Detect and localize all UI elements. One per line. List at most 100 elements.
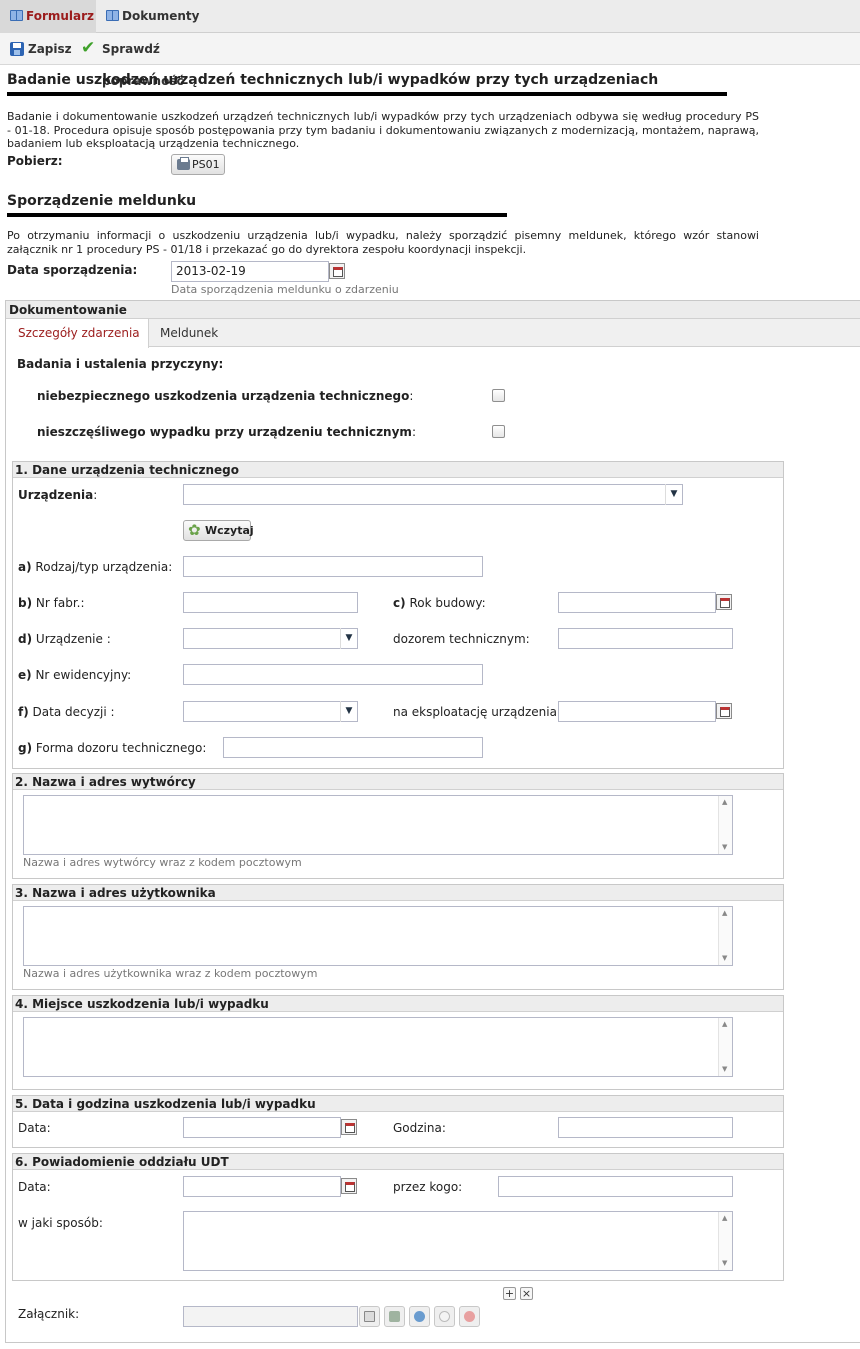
calendar-icon[interactable] [329, 263, 345, 279]
save-button[interactable]: Zapisz [0, 33, 72, 65]
devices-combo[interactable] [183, 484, 683, 505]
tab-dokumenty-label: Dokumenty [122, 9, 200, 23]
notification-method-textarea[interactable]: ▲ ▼ [183, 1211, 733, 1271]
incident-time-label: Godzina: [393, 1121, 446, 1135]
add-icon[interactable]: + [503, 1287, 516, 1300]
place-textarea[interactable]: ▲ ▼ [23, 1017, 733, 1077]
decision-date-combo[interactable] [183, 701, 358, 722]
circle-icon [439, 1311, 450, 1322]
tab-meldunek[interactable]: Meldunek [160, 319, 218, 347]
cause-accident-label: nieszczęśliwego wypadku przy urządzeniu … [37, 425, 416, 439]
devices-label: Urządzenia: [18, 488, 98, 502]
tab-formularz-label: Formularz [26, 9, 95, 23]
attachment-input[interactable] [183, 1306, 358, 1327]
load-label: Wczytaj [205, 524, 254, 537]
serial-number-input[interactable] [183, 592, 358, 613]
calendar-icon[interactable] [341, 1119, 357, 1135]
tab-szczegoly-zdarzenia[interactable]: Szczegóły zdarzenia [6, 319, 149, 348]
fieldset-place-header: 4. Miejsce uszkodzenia lub/i wypadku [13, 996, 783, 1012]
scrollbar[interactable]: ▲ ▼ [718, 1212, 732, 1270]
tab-dokumenty[interactable]: Dokumenty [96, 0, 206, 33]
section-description: Badanie i dokumentowanie uszkodzeń urząd… [7, 110, 759, 150]
technical-supervision-label: dozorem technicznym: [393, 632, 530, 646]
device-type-input[interactable] [183, 556, 483, 577]
printer-icon [177, 157, 190, 170]
user-hint: Nazwa i adres użytkownika wraz z kodem p… [23, 967, 318, 980]
cause-dangerous-checkbox[interactable] [492, 389, 505, 402]
decision-date-label: f) Data decyzji : [18, 705, 115, 719]
date-created-hint: Data sporządzenia meldunku o zdarzeniu [171, 283, 399, 296]
device-supervision-combo[interactable] [183, 628, 358, 649]
download-label: Pobierz: [7, 154, 63, 168]
section-divider [7, 92, 727, 96]
operation-label: na eksploatację urządzenia: [393, 705, 562, 719]
date-created-label: Data sporządzenia: [7, 263, 138, 277]
cause-accident-checkbox[interactable] [492, 425, 505, 438]
book-icon [10, 10, 23, 21]
section-title-meldunek: Sporządzenie meldunku [7, 193, 197, 209]
supervision-form-input[interactable] [223, 737, 483, 758]
device-supervision-label: d) Urządzenie : [18, 632, 111, 646]
documentation-header: Dokumentowanie [6, 301, 860, 319]
chevron-down-icon[interactable]: ▼ [665, 484, 682, 505]
close-icon[interactable]: × [520, 1287, 533, 1300]
fieldset-datetime-header: 5. Data i godzina uszkodzenia lub/i wypa… [13, 1096, 783, 1112]
notified-by-input[interactable] [498, 1176, 733, 1197]
attachment-file-button[interactable] [359, 1306, 380, 1327]
scrollbar[interactable]: ▲ ▼ [718, 796, 732, 854]
save-label: Zapisz [28, 42, 72, 56]
globe-icon [414, 1311, 425, 1322]
notification-date-label: Data: [18, 1180, 51, 1194]
technical-supervision-input[interactable] [558, 628, 733, 649]
fieldset-device-data: 1. Dane urządzenia technicznego [12, 461, 784, 769]
incident-date-label: Data: [18, 1121, 51, 1135]
build-year-input[interactable] [558, 592, 716, 613]
fieldset-user-header: 3. Nazwa i adres użytkownika [13, 885, 783, 901]
fieldset-device-header: 1. Dane urządzenia technicznego [13, 462, 783, 478]
registry-number-label: e) Nr ewidencyjny: [18, 668, 132, 682]
toolbar: Zapisz ✔ Sprawdź poprawność [0, 33, 860, 89]
scrollbar[interactable]: ▲ ▼ [718, 907, 732, 965]
book-icon [106, 10, 119, 21]
load-button[interactable]: ✿ Wczytaj [183, 520, 254, 541]
calendar-icon[interactable] [716, 594, 732, 610]
notification-date-input[interactable] [183, 1176, 341, 1197]
top-tab-bar: Formularz Dokumenty [0, 0, 860, 33]
user-textarea[interactable]: ▲ ▼ [23, 906, 733, 966]
validate-button[interactable]: ✔ Sprawdź poprawność [78, 33, 238, 89]
document-icon [364, 1311, 375, 1322]
chevron-down-icon[interactable]: ▼ [340, 701, 357, 722]
supervision-form-label: g) Forma dozoru technicznego: [18, 741, 207, 755]
date-created-input[interactable]: 2013-02-19 [171, 261, 329, 282]
minus-icon [464, 1311, 475, 1322]
tab-formularz[interactable]: Formularz [0, 0, 96, 33]
attachment-delete-button[interactable] [459, 1306, 480, 1327]
download-ps01-label: PS01 [192, 158, 220, 171]
documentation-tabs: Szczegóły zdarzenia Meldunek [6, 319, 860, 348]
section-divider [7, 213, 507, 217]
calendar-icon[interactable] [716, 703, 732, 719]
scanner-icon [389, 1311, 400, 1322]
manufacturer-textarea[interactable]: ▲ ▼ [23, 795, 733, 855]
operation-date-input[interactable] [558, 701, 716, 722]
attachment-web-button[interactable] [409, 1306, 430, 1327]
build-year-label: c) Rok budowy: [393, 596, 486, 610]
save-disk-icon [10, 42, 24, 56]
device-type-label: a) Rodzaj/typ urządzenia: [18, 560, 173, 574]
attachment-scan-button[interactable] [384, 1306, 405, 1327]
incident-date-input[interactable] [183, 1117, 341, 1138]
registry-number-input[interactable] [183, 664, 483, 685]
scrollbar[interactable]: ▲ ▼ [718, 1018, 732, 1076]
calendar-icon[interactable] [341, 1178, 357, 1194]
cause-title: Badania i ustalenia przyczyny: [17, 357, 224, 371]
incident-time-input[interactable] [558, 1117, 733, 1138]
fieldset-manufacturer-header: 2. Nazwa i adres wytwórcy [13, 774, 783, 790]
notification-method-label: w jaki sposób: [18, 1216, 103, 1230]
gear-icon: ✿ [188, 521, 201, 539]
attachment-label: Załącznik: [18, 1307, 80, 1321]
fieldset-notification-header: 6. Powiadomienie oddziału UDT [13, 1154, 783, 1170]
download-ps01-button[interactable]: PS01 [171, 154, 225, 175]
attachment-clear-button[interactable] [434, 1306, 455, 1327]
notified-by-label: przez kogo: [393, 1180, 463, 1194]
chevron-down-icon[interactable]: ▼ [340, 628, 357, 649]
